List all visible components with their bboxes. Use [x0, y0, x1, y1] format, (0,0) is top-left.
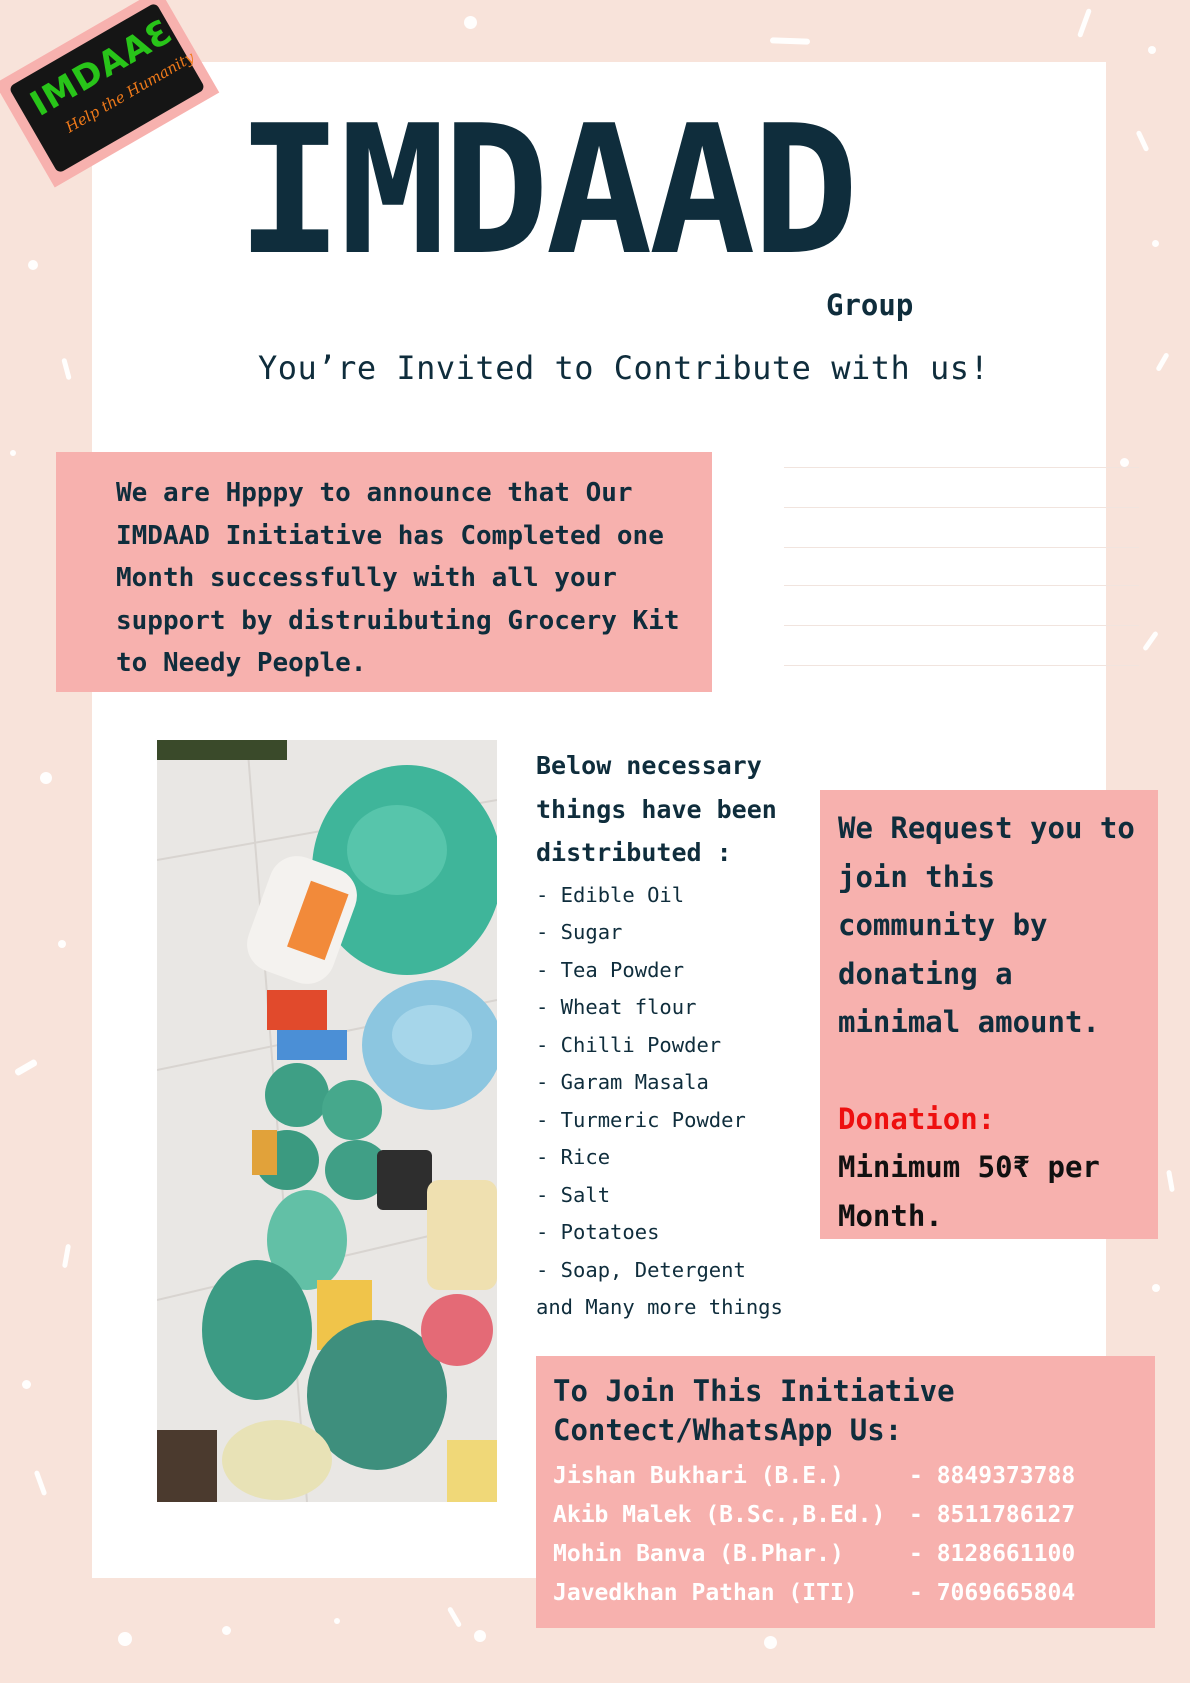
list-item: - Salt — [536, 1182, 611, 1207]
donation-amount: Minimum 50₹ per Month. — [838, 1150, 1100, 1233]
contact-row: Jishan Bukhari (B.E.) - 8849373788 — [553, 1456, 1145, 1495]
distributed-items-heading: Below necessary things have been distrib… — [536, 751, 777, 867]
list-item: - Edible Oil — [536, 882, 685, 907]
distributed-items-list: - Edible Oil - Sugar - Tea Powder - Whea… — [536, 877, 801, 1290]
donation-request-text: We Request you to join this community by… — [838, 811, 1135, 1039]
invite-tagline: You’re Invited to Contribute with us! — [258, 349, 990, 387]
announcement-box: We are Hpppy to announce that Our IMDAAD… — [56, 452, 712, 692]
grocery-kit-photo — [157, 740, 497, 1502]
contact-name: Jishan Bukhari (B.E.) — [553, 1462, 844, 1489]
donation-label: Donation: — [838, 1101, 996, 1136]
contact-phone: - 8849373788 — [909, 1462, 1076, 1489]
divider-line — [784, 547, 1139, 548]
contact-list: Jishan Bukhari (B.E.) - 8849373788 Akib … — [553, 1456, 1145, 1612]
contact-box: To Join This Initiative Contect/WhatsApp… — [536, 1356, 1155, 1628]
contact-phone: - 7069665804 — [909, 1579, 1076, 1606]
contact-name: Javedkhan Pathan (ITI) — [553, 1579, 858, 1606]
divider-line — [784, 625, 1139, 626]
contact-name: Mohin Banva (B.Phar.) — [553, 1540, 844, 1567]
page-subtitle: Group — [826, 288, 914, 322]
contact-name: Akib Malek (B.Sc.,B.Ed.) — [553, 1501, 886, 1528]
divider-line — [784, 467, 1139, 468]
list-item: - Tea Powder — [536, 957, 685, 982]
distributed-items-section: Below necessary things have been distrib… — [536, 744, 801, 1327]
list-item: - Chilli Powder — [536, 1032, 722, 1057]
list-item: - Rice — [536, 1145, 611, 1169]
contact-row: Mohin Banva (B.Phar.) - 8128661100 — [553, 1534, 1145, 1573]
page-title: IMDAAD — [236, 87, 859, 294]
divider-line — [784, 585, 1139, 586]
list-item: - Wheat flour — [536, 995, 697, 1019]
distributed-items-footer: and Many more things — [536, 1295, 783, 1319]
list-item: - Garam Masala — [536, 1070, 709, 1094]
grocery-kit-illustration — [157, 740, 497, 1502]
list-item: - Potatoes — [536, 1220, 660, 1244]
list-item: - Soap, Detergent — [536, 1257, 746, 1282]
announcement-text: We are Hpppy to announce that Our IMDAAD… — [116, 478, 680, 678]
list-item: - Sugar — [536, 920, 623, 944]
contact-row: Javedkhan Pathan (ITI) - 7069665804 — [553, 1573, 1145, 1612]
list-item: - Turmeric Powder — [536, 1107, 746, 1132]
divider-line — [784, 507, 1139, 508]
contact-heading: To Join This Initiative Contect/WhatsApp… — [553, 1374, 955, 1447]
contact-phone: - 8511786127 — [909, 1501, 1076, 1528]
contact-row: Akib Malek (B.Sc.,B.Ed.) - 8511786127 — [553, 1495, 1145, 1534]
contact-phone: - 8128661100 — [909, 1540, 1076, 1567]
donation-request-box: We Request you to join this community by… — [820, 790, 1158, 1239]
divider-line — [784, 665, 1139, 666]
